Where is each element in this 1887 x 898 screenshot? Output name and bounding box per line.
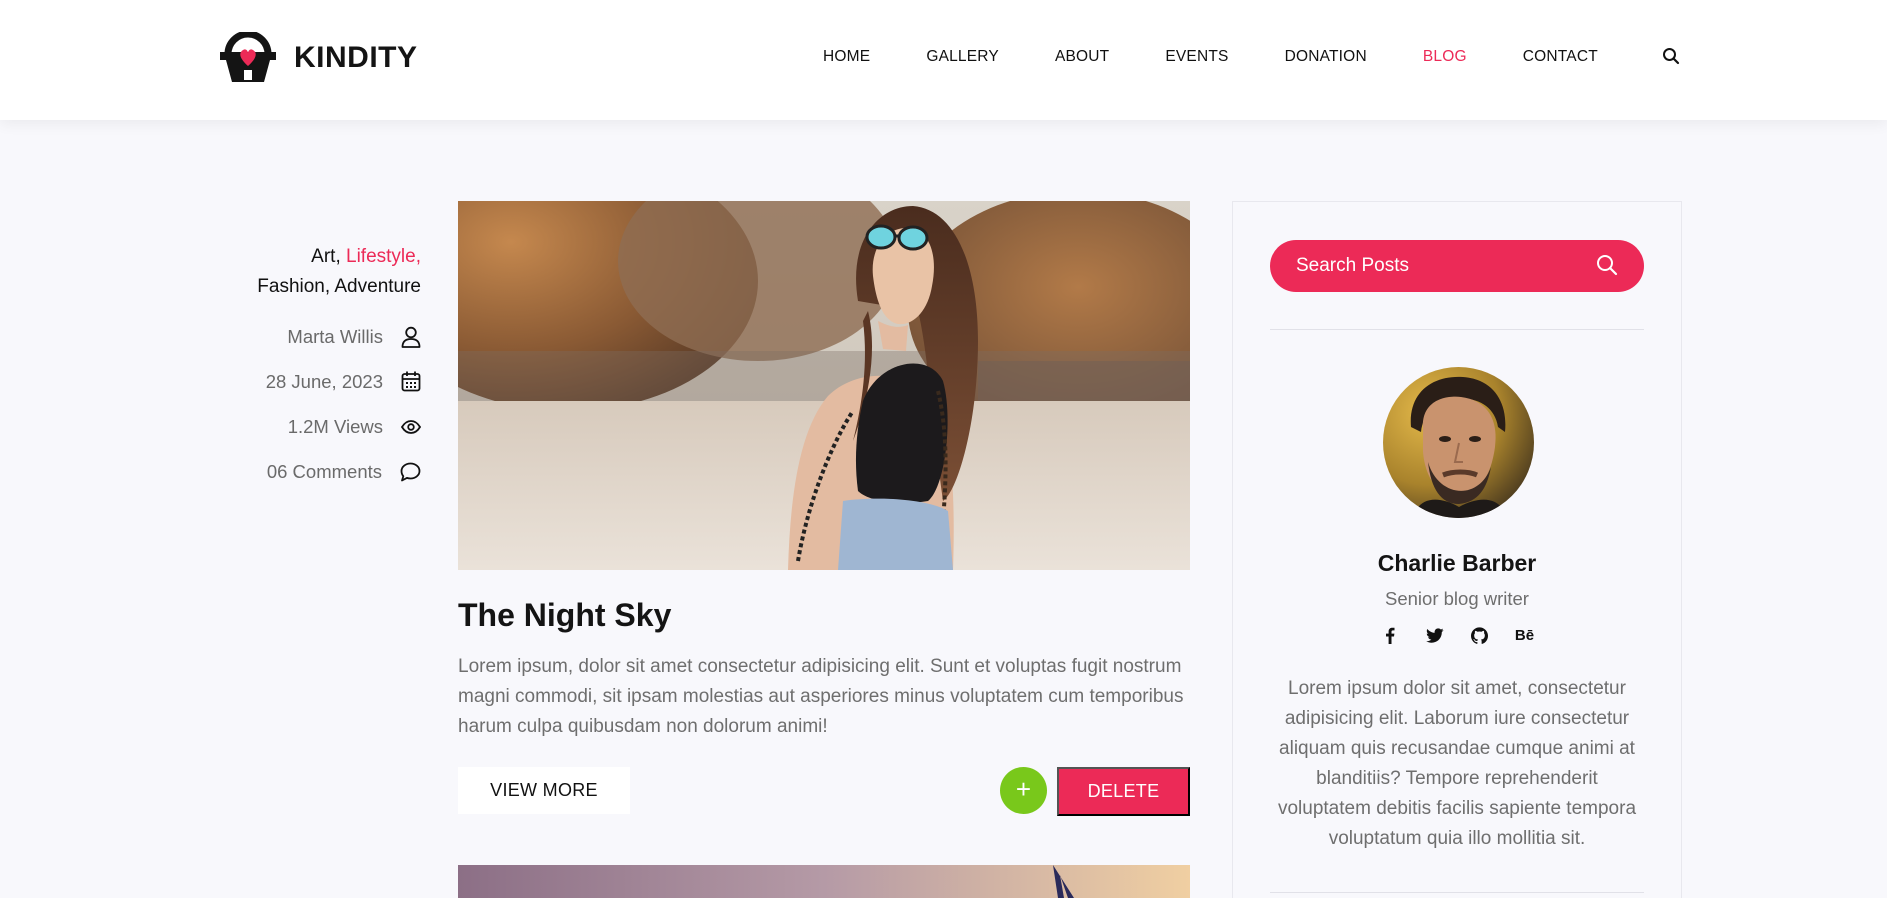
logo-icon (220, 32, 276, 82)
divider (1270, 892, 1644, 893)
brand-name: KINDITY (294, 41, 418, 74)
eye-icon (401, 419, 421, 434)
calendar-icon (401, 371, 421, 392)
author-name: Charlie Barber (1377, 550, 1537, 576)
facebook-icon[interactable] (1367, 625, 1412, 645)
next-post-image[interactable] (458, 865, 1190, 898)
nav-gallery[interactable]: GALLERY (926, 48, 999, 66)
nav-events[interactable]: EVENTS (1165, 48, 1228, 66)
comment-icon (400, 462, 421, 481)
meta-views: 1.2M Views (201, 404, 421, 449)
post-excerpt: Lorem ipsum, dolor sit amet consectetur … (458, 656, 1184, 737)
divider (1270, 329, 1644, 330)
category-rest[interactable]: Fashion, Adventure (257, 276, 421, 297)
nav-contact[interactable]: CONTACT (1523, 48, 1598, 66)
twitter-icon[interactable] (1412, 625, 1457, 645)
comments-text[interactable]: 06 Comments (267, 461, 382, 483)
views-text: 1.2M Views (287, 415, 383, 437)
category-lifestyle[interactable]: Lifestyle, (346, 246, 421, 267)
search-posts (1270, 240, 1644, 292)
main-nav: HOME GALLERY ABOUT EVENTS DONATION BLOG … (823, 48, 1654, 66)
post-title[interactable]: The Night Sky (458, 597, 671, 634)
post-image[interactable] (458, 201, 1190, 570)
post-meta: Art, Lifestyle, Fashion, Adventure Marta… (201, 242, 421, 494)
search-input[interactable] (1270, 240, 1590, 292)
date-text: 28 June, 2023 (265, 370, 383, 392)
meta-date: 28 June, 2023 (201, 359, 421, 404)
logo[interactable]: KINDITY (218, 32, 418, 84)
user-icon (401, 326, 421, 348)
meta-author: Marta Willis (201, 314, 421, 359)
author-role: Senior blog writer (1385, 588, 1529, 609)
category-art[interactable]: Art, (311, 246, 341, 267)
behance-icon[interactable]: Bē (1502, 625, 1547, 645)
add-button[interactable]: + (1000, 767, 1047, 814)
avatar (1383, 367, 1534, 518)
author-text[interactable]: Marta Willis (287, 326, 383, 348)
sidebar: Charlie Barber Senior blog writer Bē Lor… (1232, 201, 1682, 898)
search-icon[interactable] (1596, 254, 1618, 281)
search-icon[interactable] (1662, 47, 1680, 70)
delete-button[interactable]: DELETE (1057, 767, 1190, 816)
view-more-button[interactable]: VIEW MORE (458, 767, 630, 814)
nav-about[interactable]: ABOUT (1055, 48, 1109, 66)
site-header: KINDITY HOME GALLERY ABOUT EVENTS DONATI… (0, 0, 1887, 120)
social-links: Bē (1233, 625, 1681, 645)
github-icon[interactable] (1457, 625, 1502, 645)
author-bio: Lorem ipsum dolor sit amet, consectetur … (1277, 678, 1637, 849)
meta-comments: 06 Comments (201, 449, 421, 494)
post-categories: Art, Lifestyle, Fashion, Adventure (201, 242, 421, 302)
nav-blog[interactable]: BLOG (1423, 48, 1467, 66)
nav-home[interactable]: HOME (823, 48, 870, 66)
nav-donation[interactable]: DONATION (1285, 48, 1367, 66)
